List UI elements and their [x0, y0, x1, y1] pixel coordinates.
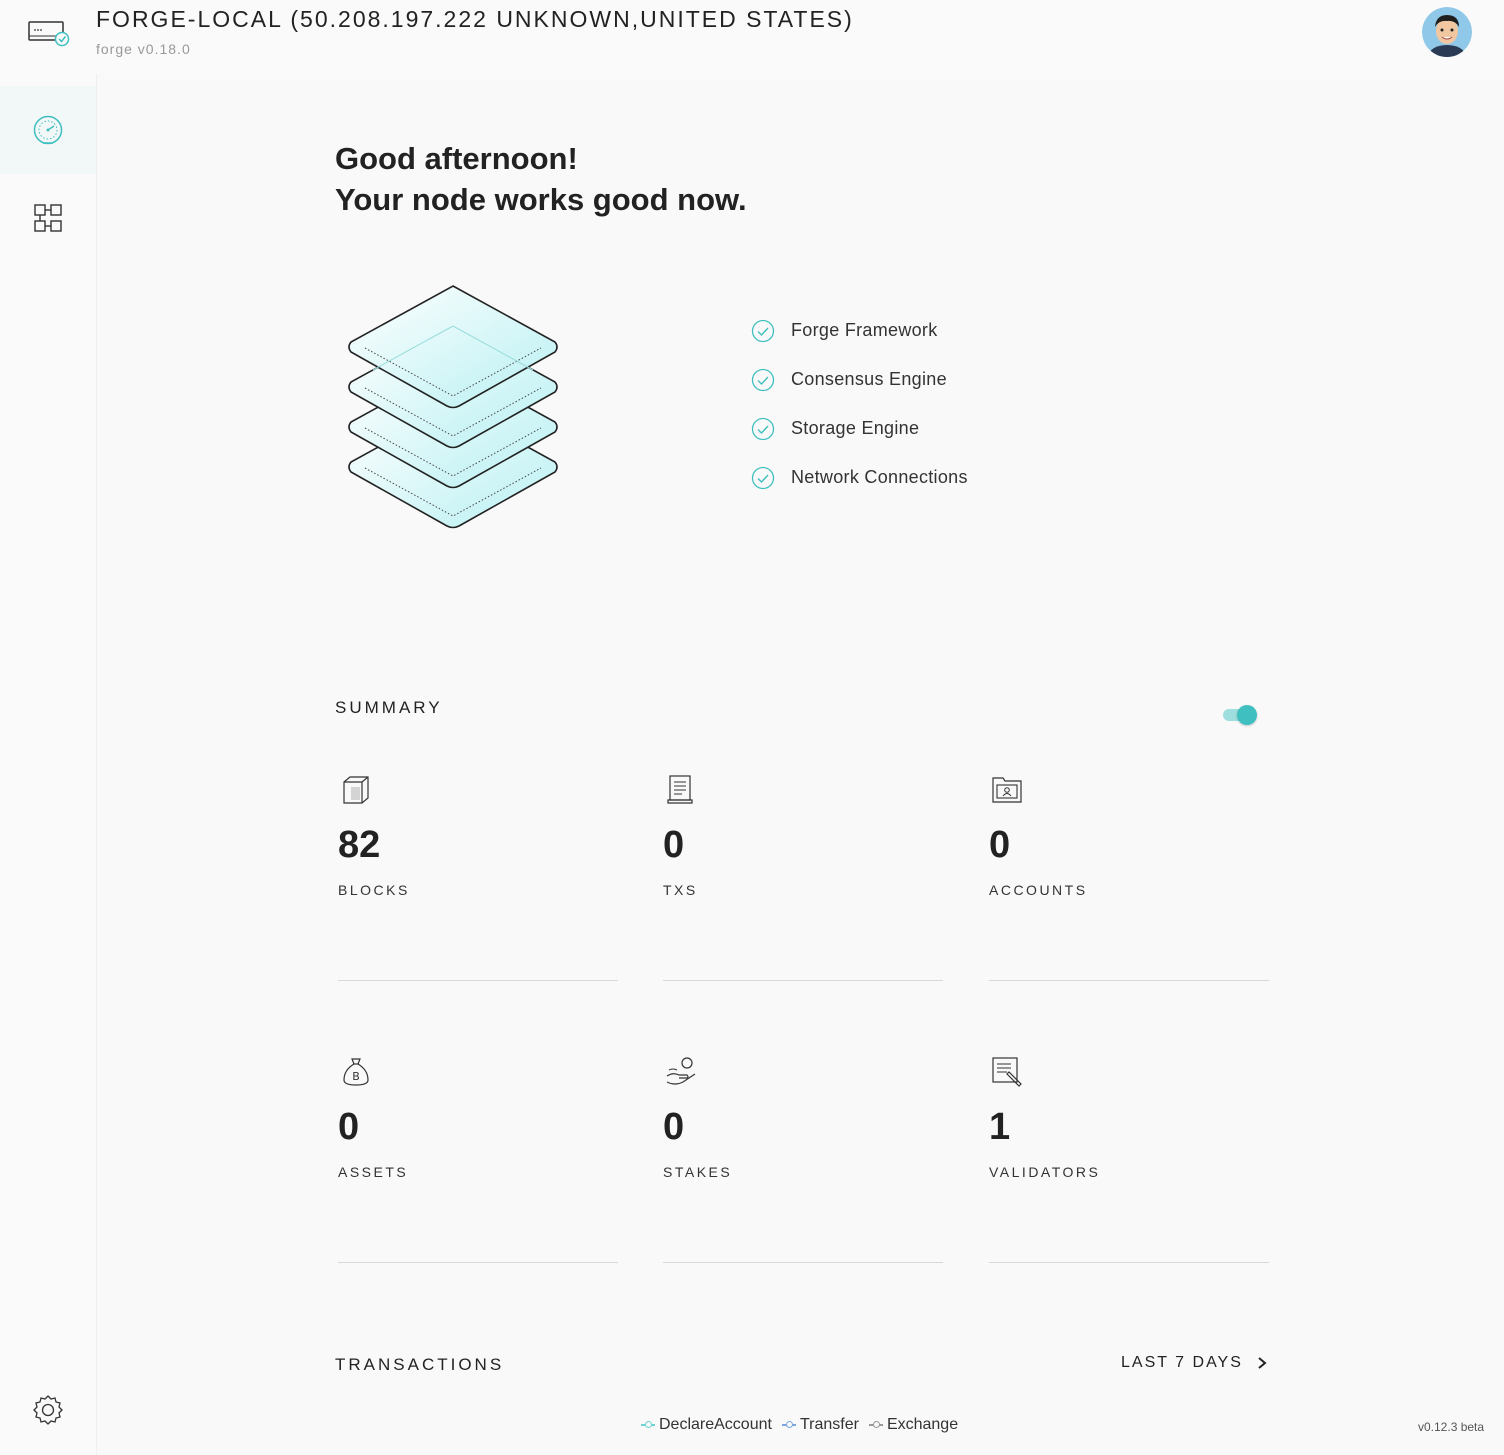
receipt-icon	[665, 774, 697, 806]
chevron-right-icon	[1258, 1357, 1267, 1369]
blocks-icon	[34, 204, 62, 232]
legend-marker	[641, 1420, 655, 1430]
status-item: Storage Engine	[751, 404, 968, 453]
money-bag-icon: B	[340, 1056, 372, 1088]
cube-icon	[340, 774, 372, 806]
legend-marker	[781, 1420, 796, 1430]
greeting-line-1: Good afternoon!	[335, 141, 578, 176]
node-status-icon	[26, 18, 72, 50]
transactions-title: TRANSACTIONS	[335, 1355, 505, 1374]
summary-toggle[interactable]	[1223, 704, 1259, 726]
app-header: FORGE-LOCAL (50.208.197.222 UNKNOWN,UNIT…	[0, 0, 1504, 74]
check-circle-icon	[751, 466, 775, 489]
stat-value: 0	[663, 1106, 685, 1148]
status-label: Consensus Engine	[791, 369, 947, 389]
legend-marker	[868, 1420, 883, 1430]
node-stack-illustration	[343, 280, 563, 540]
divider	[663, 980, 943, 981]
stat-stakes: 0 STAKES	[663, 1056, 943, 1296]
sidebar-item-dashboard[interactable]	[0, 86, 96, 174]
app-version: v0.12.3 beta	[1418, 1420, 1485, 1434]
document-pen-icon	[991, 1056, 1023, 1088]
status-item: Consensus Engine	[751, 355, 968, 404]
legend-item-transfer[interactable]: Transfer	[781, 1416, 859, 1434]
status-item: Network Connections	[751, 453, 968, 502]
stat-value: 0	[989, 824, 1011, 866]
avatar[interactable]	[1422, 7, 1472, 57]
check-circle-icon	[751, 319, 775, 342]
divider	[663, 1262, 943, 1263]
check-circle-icon	[751, 368, 775, 391]
stat-label: VALIDATORS	[989, 1164, 1101, 1180]
stat-accounts: 0 ACCOUNTS	[989, 774, 1269, 1014]
stat-txs: 0 TXS	[663, 774, 943, 1014]
divider	[338, 980, 618, 981]
status-item: Forge Framework	[751, 306, 968, 355]
legend-label: DeclareAccount	[659, 1416, 772, 1433]
stat-validators: 1 VALIDATORS	[989, 1056, 1269, 1296]
version-subtitle: forge v0.18.0	[96, 41, 191, 57]
stat-label: ASSETS	[338, 1164, 409, 1180]
sidebar-item-blocks[interactable]	[0, 174, 96, 262]
date-range-button[interactable]: LAST 7 DAYS	[1121, 1354, 1269, 1372]
account-folder-icon	[991, 774, 1023, 806]
stat-label: TXS	[663, 882, 698, 898]
summary-title: SUMMARY	[335, 698, 443, 717]
legend-label: Exchange	[886, 1416, 959, 1433]
stat-value: 0	[338, 1106, 360, 1148]
divider	[338, 1262, 618, 1263]
status-label: Storage Engine	[791, 418, 920, 438]
legend-label: Transfer	[799, 1416, 859, 1433]
main-content: Good afternoon! Your node works good now…	[96, 74, 1504, 1455]
legend-item-exchange[interactable]: Exchange	[868, 1416, 959, 1434]
legend-item-declareaccount[interactable]: DeclareAccount	[641, 1416, 772, 1434]
greeting-line-2: Your node works good now.	[335, 182, 747, 217]
status-label: Network Connections	[791, 467, 968, 487]
date-range-label: LAST 7 DAYS	[1121, 1354, 1243, 1371]
stat-value: 82	[338, 824, 381, 866]
page-title: FORGE-LOCAL (50.208.197.222 UNKNOWN,UNIT…	[96, 6, 854, 32]
divider	[989, 980, 1269, 981]
status-label: Forge Framework	[791, 320, 938, 340]
speedometer-icon	[33, 115, 63, 145]
stat-assets: B 0 ASSETS	[338, 1056, 618, 1296]
sidebar-item-settings[interactable]	[0, 1366, 96, 1454]
stat-blocks: 82 BLOCKS	[338, 774, 618, 1014]
greeting: Good afternoon! Your node works good now…	[335, 138, 747, 220]
stat-label: ACCOUNTS	[989, 882, 1088, 898]
hand-coin-icon	[665, 1056, 697, 1088]
svg-text:B: B	[352, 1070, 360, 1083]
stat-value: 0	[663, 824, 685, 866]
stat-label: STAKES	[663, 1164, 733, 1180]
status-list: Forge Framework Consensus Engine Storage…	[751, 306, 968, 502]
stat-label: BLOCKS	[338, 882, 410, 898]
divider	[989, 1262, 1269, 1263]
chart-legend: DeclareAccount Transfer Exchange	[641, 1416, 968, 1434]
sidebar	[0, 74, 96, 1455]
toggle-knob	[1237, 705, 1257, 725]
stat-value: 1	[989, 1106, 1011, 1148]
gear-icon	[33, 1395, 63, 1425]
check-circle-icon	[751, 417, 775, 440]
